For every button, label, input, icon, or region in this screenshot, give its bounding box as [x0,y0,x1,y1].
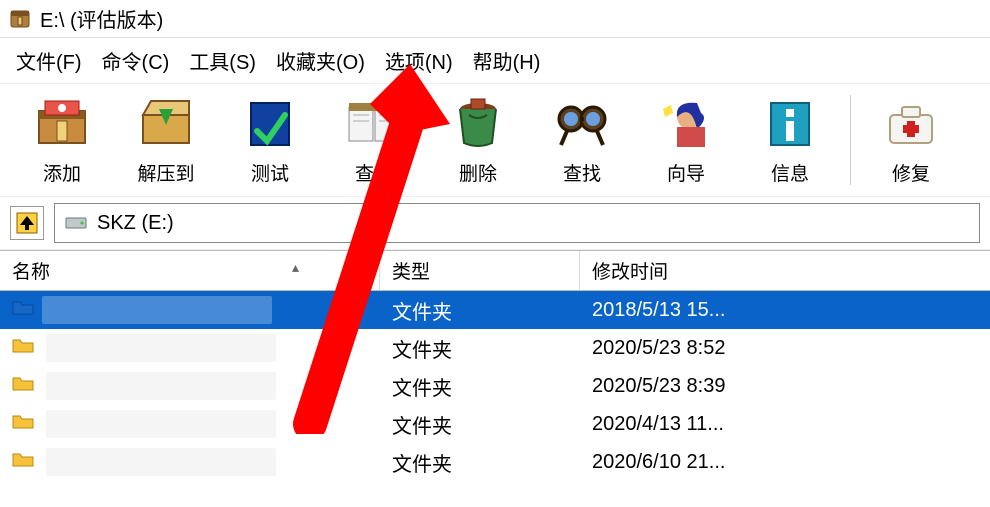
view-icon [345,90,403,157]
row-type: 文件夹 [380,410,580,439]
path-text: SKZ (E:) [97,212,174,235]
menu-help[interactable]: 帮助(H) [473,46,541,75]
wizard-icon [657,90,715,157]
test-label: 测试 [251,159,289,186]
repair-button[interactable]: 修复 [861,90,961,190]
menu-favorites[interactable]: 收藏夹(O) [276,46,365,75]
row-type: 文件夹 [380,448,580,477]
row-mtime: 2020/5/23 8:52 [580,337,990,360]
row-mtime: 2020/4/13 11... [580,413,990,436]
find-icon [553,90,611,157]
row-mtime: 2018/5/13 15... [580,299,990,322]
row-type: 文件夹 [380,334,580,363]
file-list: 文件夹 2018/5/13 15... 文件夹 2020/5/23 8:52 文… [0,291,990,481]
path-field[interactable]: SKZ (E:) [54,203,980,243]
view-button[interactable]: 查看 [324,90,424,190]
path-bar: SKZ (E:) [0,196,990,250]
column-name[interactable]: 名称 ▴ [0,251,380,290]
folder-icon [12,336,34,360]
delete-label: 删除 [459,159,497,186]
up-arrow-icon [15,211,39,235]
table-row[interactable]: 文件夹 2020/6/10 21... [0,443,990,481]
folder-icon [12,450,34,474]
menu-commands[interactable]: 命令(C) [102,46,170,75]
find-label: 查找 [563,159,601,186]
row-name-redacted [46,334,276,362]
extract-button[interactable]: 解压到 [116,90,216,190]
column-mtime[interactable]: 修改时间 [580,251,990,290]
table-row[interactable]: 文件夹 2020/5/23 8:39 [0,367,990,405]
test-button[interactable]: 测试 [220,90,320,190]
archive-add-icon [33,90,91,157]
row-mtime: 2020/6/10 21... [580,451,990,474]
info-button[interactable]: 信息 [740,90,840,190]
app-icon [8,7,32,31]
row-name-redacted [46,372,276,400]
menu-file[interactable]: 文件(F) [16,46,82,75]
row-mtime: 2020/5/23 8:39 [580,375,990,398]
archive-extract-icon [137,90,195,157]
toolbar-separator [850,95,851,185]
row-name-redacted [46,448,276,476]
repair-label: 修复 [892,159,930,186]
column-headers: 名称 ▴ 类型 修改时间 [0,250,990,291]
row-name-redacted [46,410,276,438]
window-title: E:\ (评估版本) [40,4,163,33]
repair-icon [882,90,940,157]
row-type: 文件夹 [380,296,580,325]
extract-label: 解压到 [137,159,194,186]
add-button[interactable]: 添加 [12,90,112,190]
up-button[interactable] [10,206,44,240]
toolbar: 添加 解压到 测试 [0,83,990,196]
table-row[interactable]: 文件夹 2018/5/13 15... [0,291,990,329]
add-label: 添加 [43,159,81,186]
find-button[interactable]: 查找 [532,90,632,190]
folder-icon [12,298,34,322]
row-type: 文件夹 [380,372,580,401]
test-icon [241,90,299,157]
title-bar: E:\ (评估版本) [0,0,990,38]
menu-tools[interactable]: 工具(S) [189,46,256,75]
sort-indicator-icon: ▴ [292,259,299,276]
row-name-redacted [42,296,272,324]
wizard-button[interactable]: 向导 [636,90,736,190]
folder-icon [12,374,34,398]
delete-button[interactable]: 删除 [428,90,528,190]
wizard-label: 向导 [667,159,705,186]
drive-icon [65,215,87,231]
menu-options[interactable]: 选项(N) [385,46,453,75]
folder-icon [12,412,34,436]
menu-bar: 文件(F) 命令(C) 工具(S) 收藏夹(O) 选项(N) 帮助(H) [0,38,990,83]
view-label: 查看 [355,159,393,186]
table-row[interactable]: 文件夹 2020/5/23 8:52 [0,329,990,367]
delete-icon [449,90,507,157]
info-label: 信息 [771,159,809,186]
column-type[interactable]: 类型 [380,251,580,290]
table-row[interactable]: 文件夹 2020/4/13 11... [0,405,990,443]
info-icon [761,90,819,157]
